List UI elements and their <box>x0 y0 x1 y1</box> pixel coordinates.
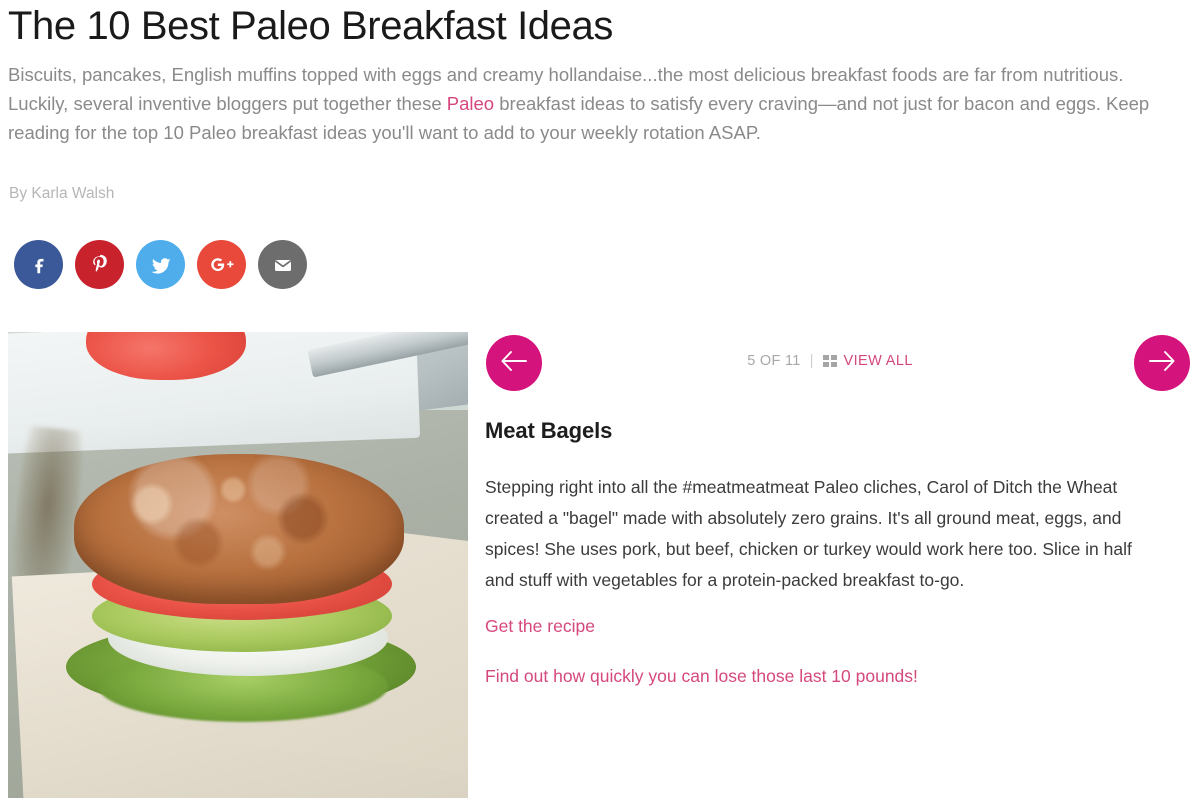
social-share-row <box>14 240 307 289</box>
article-dek: Biscuits, pancakes, English muffins topp… <box>8 60 1173 147</box>
toolbar-separator: | <box>809 352 814 369</box>
grid-icon <box>822 354 837 367</box>
pinterest-icon <box>88 253 111 276</box>
slide-title: Meat Bagels <box>485 418 613 443</box>
byline: By Karla Walsh <box>9 185 115 202</box>
page-title: The 10 Best Paleo Breakfast Ideas <box>8 4 613 48</box>
share-pinterest-button[interactable] <box>75 240 124 289</box>
share-twitter-button[interactable] <box>136 240 185 289</box>
email-icon <box>271 253 295 277</box>
share-email-button[interactable] <box>258 240 307 289</box>
arrow-left-icon <box>499 348 529 379</box>
google-plus-icon <box>209 254 235 276</box>
photo-meat-bagel-texture <box>94 468 384 588</box>
slide-photo-content <box>8 332 468 798</box>
slide-counter: 5 OF 11 <box>747 352 801 369</box>
slide-toolbar: 5 OF 11 | VIEW ALL <box>600 352 1060 369</box>
next-slide-button[interactable] <box>1134 335 1190 391</box>
previous-slide-button[interactable] <box>486 335 542 391</box>
paleo-link[interactable]: Paleo <box>447 93 494 114</box>
share-facebook-button[interactable] <box>14 240 63 289</box>
arrow-right-icon <box>1147 348 1177 379</box>
slide-photo[interactable] <box>8 332 468 798</box>
view-all-label: VIEW ALL <box>843 352 913 369</box>
slide-description: Stepping right into all the #meatmeatmea… <box>485 477 1132 590</box>
twitter-icon <box>149 253 173 277</box>
article-page: The 10 Best Paleo Breakfast Ideas Biscui… <box>0 0 1200 798</box>
share-googleplus-button[interactable] <box>197 240 246 289</box>
facebook-icon <box>28 254 50 276</box>
get-the-recipe-link[interactable]: Get the recipe <box>485 613 595 639</box>
view-all-button[interactable]: VIEW ALL <box>822 352 913 369</box>
promo-link[interactable]: Find out how quickly you can lose those … <box>485 663 918 689</box>
